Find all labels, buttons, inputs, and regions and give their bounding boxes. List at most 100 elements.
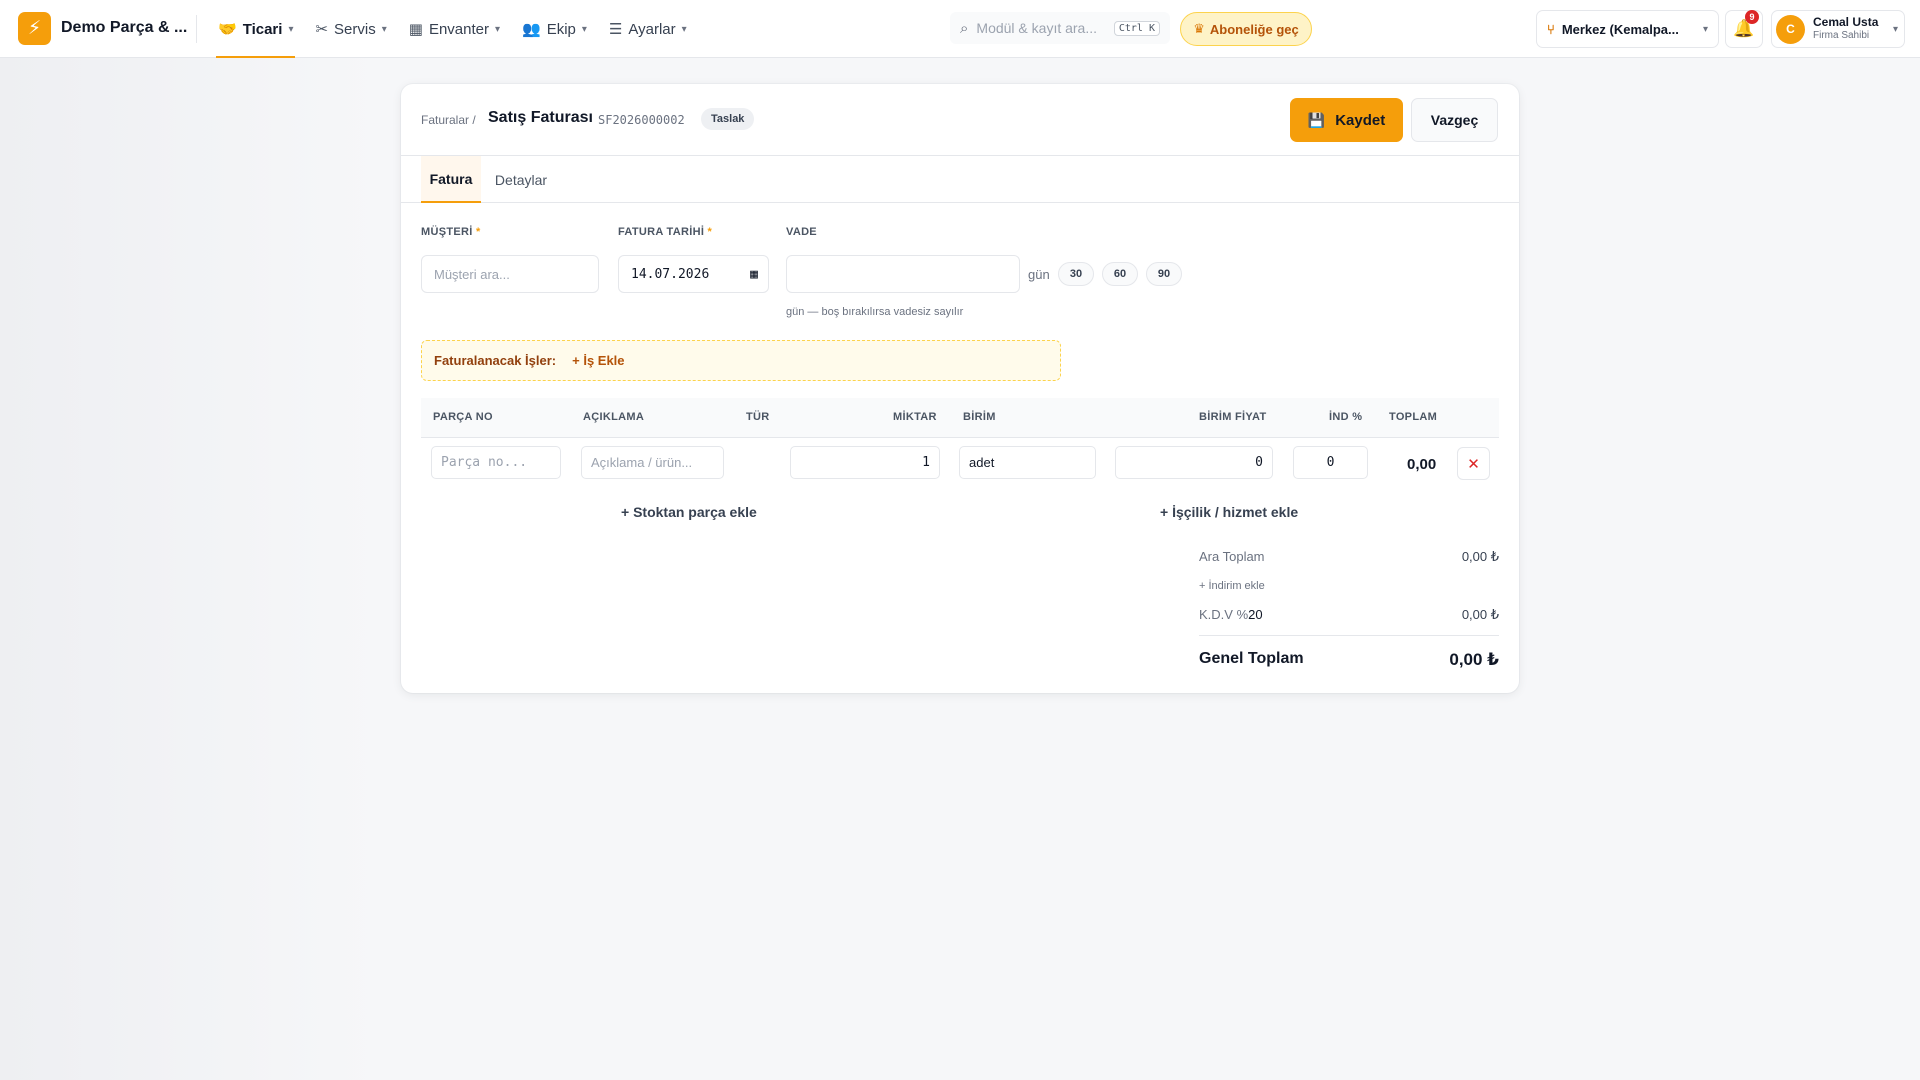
nav-item-envanter[interactable]: ▦ Envanter ▾ bbox=[407, 0, 502, 58]
unit-input[interactable]: adet bbox=[959, 446, 1096, 479]
user-role: Firma Sahibi bbox=[1813, 30, 1870, 42]
cancel-button[interactable]: Vazgeç bbox=[1411, 98, 1498, 142]
nav-label: Ayarlar bbox=[628, 20, 676, 38]
quantity-input[interactable]: 1 bbox=[790, 446, 940, 479]
grand-total-value: 0,00 ₺ bbox=[1449, 650, 1499, 669]
notification-count-badge: 9 bbox=[1745, 10, 1759, 24]
floppy-disk-icon: 💾 bbox=[1307, 111, 1326, 128]
col-total: TOPLAM bbox=[1389, 411, 1438, 423]
save-label: Kaydet bbox=[1335, 111, 1386, 129]
subscribe-label: Aboneliğe geç bbox=[1209, 21, 1299, 37]
tools-icon: ✂ bbox=[315, 21, 329, 38]
vat-label-text: K.D.V % bbox=[1199, 607, 1249, 622]
search-placeholder: Modül & kayıt ara... bbox=[976, 20, 1098, 36]
billable-jobs-box: Faturalanacak İşler: + İş Ekle bbox=[421, 340, 1061, 381]
due-days-input[interactable] bbox=[786, 255, 1020, 293]
part-no-input[interactable]: Parça no... bbox=[431, 446, 561, 479]
user-name: Cemal Usta bbox=[1813, 15, 1879, 30]
tab-bar: Fatura Detaylar bbox=[401, 156, 1519, 203]
line-items-header: PARÇA NO AÇIKLAMA TÜR MİKTAR BİRİM BİRİM… bbox=[421, 398, 1499, 438]
chevron-down-icon: ▾ bbox=[581, 23, 587, 35]
invoice-date-value: 14.07.2026 bbox=[631, 266, 710, 282]
col-description: AÇIKLAMA bbox=[583, 411, 645, 423]
crown-icon: ♛ bbox=[1193, 21, 1205, 36]
divider bbox=[196, 15, 197, 43]
add-job-button[interactable]: + İş Ekle bbox=[572, 353, 624, 368]
nav-item-servis[interactable]: ✂ Servis ▾ bbox=[313, 0, 388, 58]
invoice-date-label-text: FATURA TARİHİ bbox=[618, 226, 705, 238]
vat-label: K.D.V %20 bbox=[1199, 607, 1263, 622]
branch-label: Merkez (Kemalpa... bbox=[1561, 21, 1679, 37]
add-discount-button[interactable]: + İndirim ekle bbox=[1199, 580, 1265, 592]
invoice-number: SF2026000002 bbox=[598, 113, 685, 127]
due-label: VADE bbox=[786, 226, 817, 238]
due-unit: gün bbox=[1028, 267, 1050, 282]
due-hint: gün — boş bırakılırsa vadesiz sayılır bbox=[786, 306, 964, 318]
chevron-down-icon: ▾ bbox=[288, 23, 294, 35]
add-labor-button[interactable]: + İşçilik / hizmet ekle bbox=[1160, 504, 1298, 520]
sliders-icon: ☰ bbox=[608, 21, 623, 38]
invoice-card: Faturalar / Satış Faturası SF2026000002 … bbox=[401, 84, 1519, 693]
close-icon: ✕ bbox=[1467, 455, 1480, 473]
handshake-icon: 🤝 bbox=[218, 21, 237, 38]
subscribe-button[interactable]: ♛ Aboneliğe geç bbox=[1180, 12, 1312, 46]
search-icon: ⌕ bbox=[960, 19, 969, 37]
chevron-down-icon: ▾ bbox=[681, 23, 687, 35]
due-chip-90[interactable]: 90 bbox=[1146, 262, 1182, 286]
vat-value: 0,00 ₺ bbox=[1461, 607, 1499, 622]
branch-selector[interactable]: ⑂ Merkez (Kemalpa... ▾ bbox=[1536, 10, 1719, 48]
row-total: 0,00 bbox=[1407, 456, 1437, 473]
tab-fatura[interactable]: Fatura bbox=[421, 156, 481, 203]
customer-search-input[interactable]: Müşteri ara... bbox=[421, 255, 599, 293]
chevron-down-icon: ▾ bbox=[381, 23, 387, 35]
billable-jobs-label: Faturalanacak İşler: bbox=[434, 353, 557, 368]
global-search[interactable]: ⌕ Modül & kayıt ara... Ctrl K bbox=[950, 12, 1170, 44]
card-header: Faturalar / Satış Faturası SF2026000002 … bbox=[401, 84, 1519, 156]
brand-name[interactable]: Demo Parça & ... bbox=[61, 19, 187, 37]
shortcut-hint: Ctrl K bbox=[1113, 20, 1160, 36]
nav-item-ticari[interactable]: 🤝 Ticari ▾ bbox=[216, 0, 296, 58]
delete-row-button[interactable]: ✕ bbox=[1457, 447, 1490, 480]
customer-label: MÜŞTERİ * bbox=[421, 226, 481, 238]
nav-item-ayarlar[interactable]: ☰ Ayarlar ▾ bbox=[607, 0, 689, 58]
chevron-down-icon: ▾ bbox=[495, 23, 501, 35]
unit-price-input[interactable]: 0 bbox=[1115, 446, 1273, 479]
user-menu[interactable]: C Cemal Usta Firma Sahibi ▾ bbox=[1771, 10, 1905, 48]
notifications-button[interactable]: 🔔 9 bbox=[1725, 10, 1763, 48]
git-branch-icon: ⑂ bbox=[1547, 21, 1555, 37]
nav-label: Servis bbox=[334, 20, 376, 38]
app-logo[interactable]: ⚡ bbox=[18, 12, 51, 45]
nav-label: Envanter bbox=[428, 20, 489, 38]
boxes-icon: ▦ bbox=[408, 21, 423, 38]
customer-label-text: MÜŞTERİ bbox=[421, 226, 473, 238]
lightning-icon: ⚡ bbox=[27, 18, 42, 39]
due-chip-60[interactable]: 60 bbox=[1102, 262, 1138, 286]
user-names: Cemal Usta Firma Sahibi bbox=[1813, 15, 1893, 42]
nav-label: Ticari bbox=[242, 20, 283, 38]
nav-label: Ekip bbox=[546, 20, 576, 38]
discount-input[interactable]: 0 bbox=[1293, 446, 1368, 479]
description-input[interactable]: Açıklama / ürün... bbox=[581, 446, 724, 479]
add-stock-part-button[interactable]: + Stoktan parça ekle bbox=[621, 504, 757, 520]
col-quantity: MİKTAR bbox=[893, 411, 937, 423]
calendar-icon[interactable]: ▦ bbox=[750, 267, 758, 282]
col-unit-price: BİRİM FİYAT bbox=[1199, 411, 1267, 423]
col-part-no: PARÇA NO bbox=[433, 411, 493, 423]
col-discount: İND % bbox=[1329, 411, 1363, 423]
col-unit: BİRİM bbox=[963, 411, 996, 423]
subtotal-label: Ara Toplam bbox=[1199, 549, 1265, 564]
breadcrumb[interactable]: Faturalar / bbox=[421, 113, 476, 127]
save-button[interactable]: 💾 Kaydet bbox=[1290, 98, 1403, 142]
nav-item-ekip[interactable]: 👥 Ekip ▾ bbox=[520, 0, 589, 58]
grand-total-label: Genel Toplam bbox=[1199, 650, 1304, 667]
top-bar: ⚡ Demo Parça & ... 🤝 Ticari ▾ ✂ Servis ▾… bbox=[0, 0, 1920, 58]
tab-detaylar[interactable]: Detaylar bbox=[489, 156, 553, 203]
invoice-date-input[interactable]: 14.07.2026 ▦ bbox=[618, 255, 769, 293]
background-shade bbox=[0, 58, 380, 1080]
divider bbox=[1199, 635, 1499, 636]
invoice-date-label: FATURA TARİHİ * bbox=[618, 226, 712, 238]
vat-rate[interactable]: 20 bbox=[1248, 607, 1262, 622]
page-title: Satış Faturası bbox=[488, 109, 593, 126]
chevron-down-icon: ▾ bbox=[1702, 23, 1708, 35]
due-chip-30[interactable]: 30 bbox=[1058, 262, 1094, 286]
